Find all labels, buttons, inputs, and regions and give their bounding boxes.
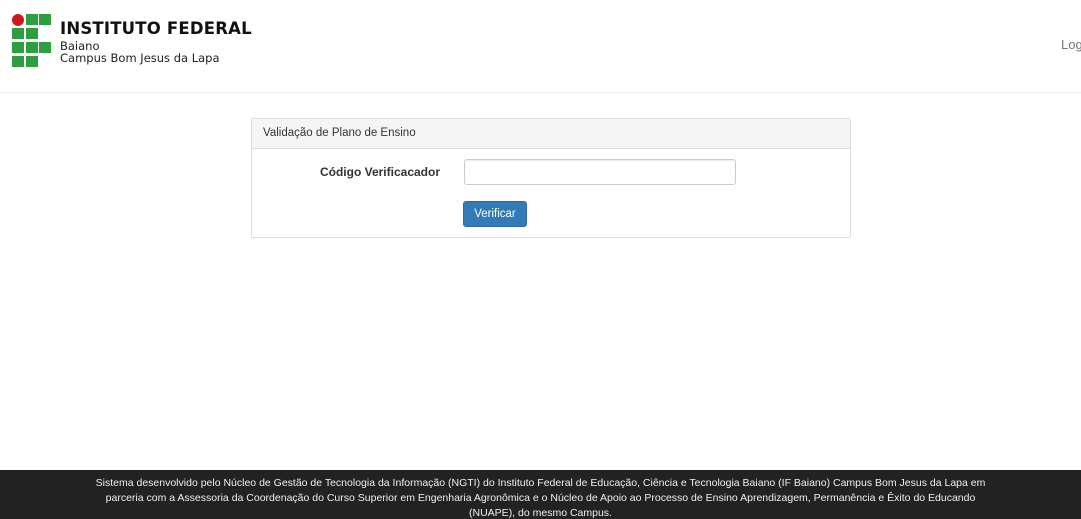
site-header: INSTITUTO FEDERAL Baiano Campus Bom Jesu… <box>0 0 1081 93</box>
logo-square <box>12 56 24 67</box>
logo-square <box>12 28 24 39</box>
verification-code-label: Código Verificacador <box>319 165 440 179</box>
verify-button[interactable]: Verificar <box>463 201 527 227</box>
logo-square <box>12 42 24 53</box>
validation-panel: Validação de Plano de Ensino Código Veri… <box>251 118 851 238</box>
panel-heading: Validação de Plano de Ensino <box>252 119 850 149</box>
logo-square <box>26 28 38 39</box>
if-logo-grid-icon <box>12 14 52 70</box>
verification-code-input[interactable] <box>464 159 736 185</box>
login-link[interactable]: Login <box>1061 37 1081 52</box>
page: INSTITUTO FEDERAL Baiano Campus Bom Jesu… <box>0 0 1081 519</box>
logo-text: INSTITUTO FEDERAL Baiano Campus Bom Jesu… <box>60 19 252 65</box>
institution-logo[interactable]: INSTITUTO FEDERAL Baiano Campus Bom Jesu… <box>12 14 252 70</box>
logo-square <box>39 14 51 25</box>
logo-square <box>26 14 38 25</box>
site-footer: Sistema desenvolvido pelo Núcleo de Gest… <box>0 470 1081 519</box>
footer-credits: Sistema desenvolvido pelo Núcleo de Gest… <box>95 477 986 519</box>
logo-campus: Campus Bom Jesus da Lapa <box>60 51 220 65</box>
logo-red-circle <box>12 14 24 26</box>
logo-title: INSTITUTO FEDERAL <box>60 19 252 38</box>
logo-square <box>26 56 38 67</box>
logo-square <box>39 42 51 53</box>
logo-square <box>26 42 38 53</box>
